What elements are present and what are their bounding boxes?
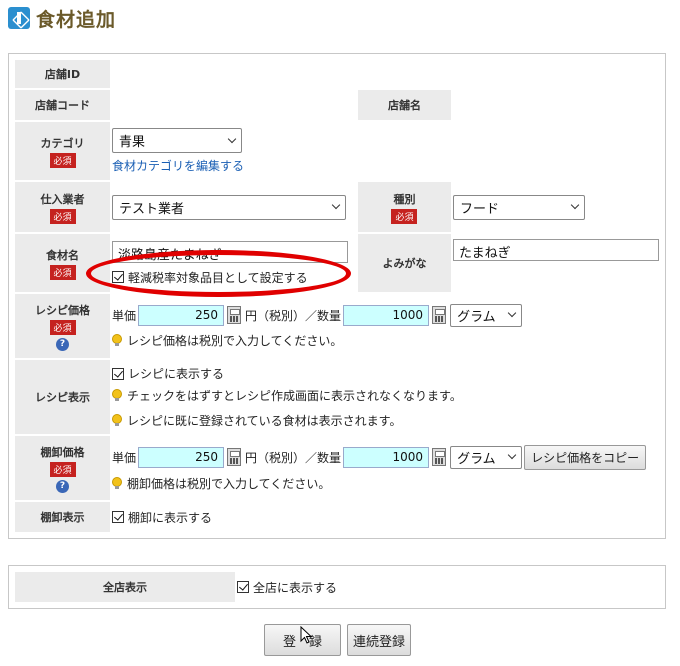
- all-stores-label: 全店表示: [15, 572, 235, 602]
- required-badge: 必須: [49, 461, 76, 477]
- recipe-display-label: レシピ表示: [15, 360, 111, 434]
- chevron-down-icon: [507, 450, 517, 460]
- recipe-unit-selected: グラム: [457, 309, 496, 325]
- help-icon[interactable]: ?: [56, 337, 70, 351]
- kind-field-cell: フード: [453, 182, 659, 232]
- recipe-price-field-cell: 単価 250 円（税別）／数量 1000 グラム レシピ価格は税別で入力してくだ…: [112, 294, 659, 358]
- required-badge: 必須: [391, 208, 418, 224]
- ingredient-label-cell: 食材名 必須: [15, 234, 111, 292]
- reading-label: よみがな: [357, 234, 451, 292]
- action-buttons: 登 録 連続登録: [264, 624, 411, 656]
- required-badge: 必須: [49, 152, 76, 168]
- inventory-price-label-cell: 棚卸価格 必須 ?: [15, 436, 111, 500]
- kind-label-cell: 種別 必須: [357, 182, 451, 232]
- chevron-down-icon: [507, 308, 517, 318]
- recipe-quantity-input[interactable]: 1000: [343, 304, 430, 326]
- page-title: 食材追加: [36, 8, 117, 31]
- inventory-unit-select[interactable]: グラム: [450, 445, 523, 469]
- inventory-price-label: 棚卸価格: [40, 445, 85, 459]
- inventory-display-field-cell: 棚卸に表示する: [112, 502, 659, 532]
- inventory-unit-selected: グラム: [457, 451, 496, 467]
- all-stores-checkbox-label: 全店に表示する: [253, 580, 338, 595]
- all-stores-checkbox[interactable]: [237, 581, 249, 593]
- recipe-display-hint-1: チェックをはずすとレシピ作成画面に表示されなくなります。: [127, 389, 462, 403]
- ingredient-field-cell: 淡路島産たまねぎ 軽減税率対象品目として設定する: [112, 234, 356, 292]
- yen-quantity-label: 円（税別）／数量: [245, 450, 342, 465]
- unit-price-label: 単価: [112, 308, 137, 323]
- supplier-selected: テスト業者: [119, 201, 185, 217]
- calculator-icon[interactable]: [432, 448, 447, 466]
- recipe-display-hint-2: レシピに既に登録されている食材は表示されます。: [127, 414, 402, 428]
- calculator-icon[interactable]: [227, 306, 242, 324]
- recipe-display-field-cell: レシピに表示する チェックをはずすとレシピ作成画面に表示されなくなります。 レシ…: [112, 360, 659, 434]
- inventory-price-field-cell: 単価 250 円（税別）／数量 1000 グラム レシピ価格をコピー 棚卸価格は…: [112, 436, 659, 500]
- recipe-display-checkbox[interactable]: [112, 367, 125, 380]
- inventory-display-label: 棚卸表示: [15, 502, 111, 532]
- reduced-tax-checkbox[interactable]: [112, 271, 125, 283]
- recipe-display-checkbox-label: レシピに表示する: [128, 367, 225, 381]
- calculator-icon[interactable]: [227, 448, 242, 466]
- store-name-value: [453, 90, 659, 120]
- unit-price-label: 単価: [112, 450, 137, 465]
- store-id-value: [112, 60, 659, 88]
- store-name-label: 店舗名: [357, 90, 451, 120]
- kind-select[interactable]: フード: [453, 194, 585, 220]
- required-badge: 必須: [49, 319, 76, 335]
- all-stores-form: 全店表示 全店に表示する: [8, 565, 666, 609]
- mouse-cursor-icon: [300, 626, 313, 644]
- supplier-label: 仕入業者: [40, 192, 85, 206]
- inventory-display-checkbox[interactable]: [112, 511, 125, 523]
- store-code-value: [112, 90, 356, 120]
- all-stores-field-cell: 全店に表示する: [237, 572, 659, 602]
- help-icon[interactable]: ?: [56, 479, 70, 493]
- category-selected: 青果: [119, 135, 146, 150]
- inventory-quantity-input[interactable]: 1000: [343, 446, 430, 468]
- lightbulb-icon: [112, 389, 123, 402]
- app-logo-icon: [8, 7, 30, 29]
- chevron-down-icon: [227, 134, 237, 143]
- kind-selected: フード: [460, 201, 500, 217]
- store-id-label: 店舗ID: [15, 60, 111, 88]
- lightbulb-icon: [112, 414, 123, 427]
- page-header: 食材追加: [8, 4, 116, 32]
- copy-recipe-price-button[interactable]: レシピ価格をコピー: [524, 444, 647, 470]
- supplier-select[interactable]: テスト業者: [112, 194, 347, 220]
- inventory-display-checkbox-label: 棚卸に表示する: [128, 510, 213, 525]
- supplier-label-cell: 仕入業者 必須: [15, 182, 111, 232]
- ingredient-label: 食材名: [46, 248, 80, 262]
- required-badge: 必須: [49, 264, 76, 280]
- chevron-down-icon: [570, 200, 580, 210]
- supplier-field-cell: テスト業者: [112, 182, 356, 232]
- category-select[interactable]: 青果: [112, 128, 243, 153]
- calculator-icon[interactable]: [432, 306, 447, 324]
- category-label: カテゴリ: [40, 136, 85, 150]
- store-code-label: 店舗コード: [15, 90, 111, 120]
- inventory-unit-price-input[interactable]: 250: [138, 446, 225, 468]
- recipe-price-hint: レシピ価格は税別で入力してください。: [127, 333, 343, 348]
- recipe-price-label-cell: レシピ価格 必須 ?: [15, 294, 111, 358]
- category-field-cell: 青果 食材カテゴリを編集する: [112, 122, 659, 180]
- recipe-price-label: レシピ価格: [35, 303, 91, 317]
- reduced-tax-label: 軽減税率対象品目として設定する: [128, 270, 308, 285]
- recipe-unit-price-input[interactable]: 250: [138, 304, 225, 326]
- ingredient-name-input[interactable]: 淡路島産たまねぎ: [112, 240, 349, 263]
- inventory-price-hint: 棚卸価格は税別で入力してください。: [127, 476, 331, 491]
- edit-category-link[interactable]: 食材カテゴリを編集する: [112, 157, 244, 174]
- category-label-cell: カテゴリ 必須: [15, 122, 111, 180]
- yen-quantity-label: 円（税別）／数量: [245, 308, 342, 323]
- ingredient-form: 店舗ID 店舗コード 店舗名 カテゴリ 必須 青果 食材カテゴリを編集する 仕入…: [8, 53, 666, 539]
- recipe-unit-select[interactable]: グラム: [450, 303, 523, 327]
- chevron-down-icon: [331, 200, 341, 210]
- reading-input[interactable]: たまねぎ: [453, 239, 659, 261]
- continuous-register-button[interactable]: 連続登録: [347, 624, 411, 656]
- required-badge: 必須: [49, 208, 76, 224]
- lightbulb-icon: [112, 333, 123, 347]
- kind-label: 種別: [393, 192, 416, 206]
- lightbulb-icon: [112, 476, 123, 490]
- reading-field-cell: たまねぎ: [453, 234, 659, 292]
